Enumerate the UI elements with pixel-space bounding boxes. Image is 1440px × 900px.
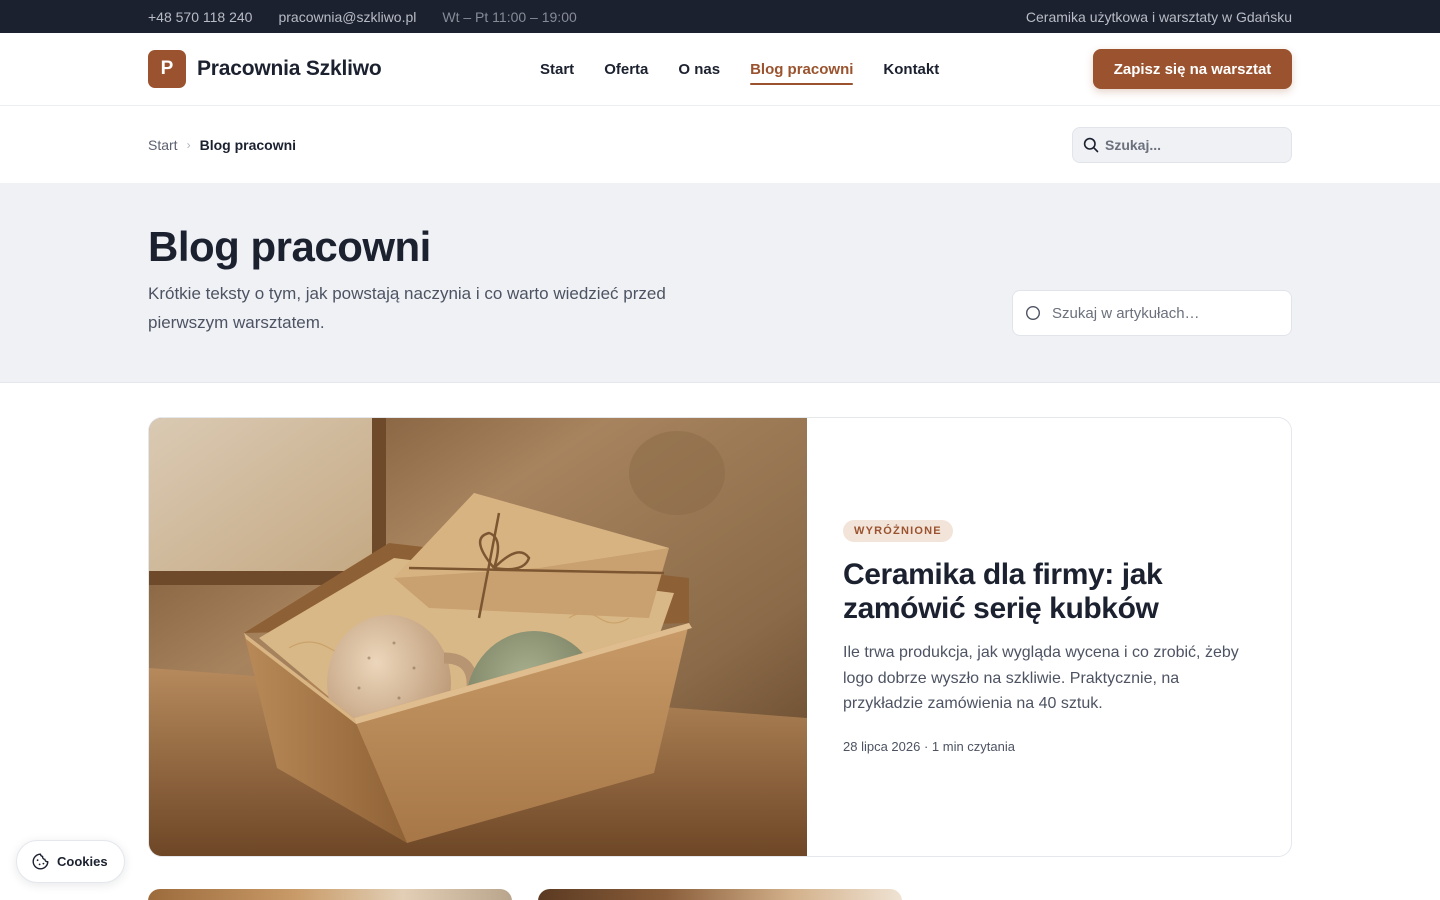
main-nav: Start Oferta O nas Blog pracowni Kontakt [540,33,969,105]
gift-box-mugs-photo-icon [149,418,807,856]
phone-number[interactable]: +48 570 118 240 [148,9,252,25]
featured-article-meta: 28 lipca 2026 · 1 min czytania [843,738,1015,754]
blog-hero: Blog pracowni Krótkie teksty o tym, jak … [0,183,1440,383]
nav-kontakt[interactable]: Kontakt [883,57,939,82]
article-card-peek[interactable] [148,889,512,900]
breadcrumb-separator: › [186,137,191,152]
site-tagline: Ceramika użytkowa i warsztaty w Gdańsku [1025,8,1292,25]
breadcrumb-current: Blog pracowni [199,136,297,153]
nav-o-nas[interactable]: O nas [678,57,720,82]
search-circle-icon [1025,305,1041,321]
email-address[interactable]: pracownia@szkliwo.pl [278,9,416,25]
featured-article-body: WYRÓŻNIONE Ceramika dla firmy: jak zamów… [807,418,1291,856]
article-card-peek[interactable] [538,889,902,900]
cookies-button[interactable]: Cookies [16,840,125,883]
breadcrumb: Start › Blog pracowni [148,137,296,153]
featured-article-excerpt: Ile trwa produkcja, jak wygląda wycena i… [843,644,1239,713]
featured-article-card[interactable]: WYRÓŻNIONE Ceramika dla firmy: jak zamów… [148,417,1292,857]
featured-article-image[interactable] [149,418,807,856]
featured-article-title[interactable]: Ceramika dla firmy: jak zamówić serię ku… [843,558,1251,626]
cookies-label: Cookies [57,854,108,869]
top-info-bar: +48 570 118 240 pracownia@szkliwo.pl Wt … [0,0,1440,33]
nav-start[interactable]: Start [540,57,574,82]
breadcrumb-start[interactable]: Start [148,137,178,153]
page-subtitle: Krótkie teksty o tym, jak powstają naczy… [148,284,666,332]
header-search[interactable] [1072,126,1292,163]
signup-workshop-button[interactable]: Zapisz się na warsztat [1093,49,1292,89]
site-header: P Pracownia Szkliwo Start Oferta O nas B… [0,33,1440,106]
brand-name[interactable]: Pracownia Szkliwo [197,57,382,81]
logo-mark[interactable]: P [148,50,186,88]
search-icon [1083,137,1099,152]
header-search-input[interactable] [1105,136,1275,153]
article-search[interactable] [1012,290,1292,336]
featured-badge: WYRÓŻNIONE [843,520,953,543]
article-search-input[interactable] [1052,304,1272,322]
opening-hours: Wt – Pt 11:00 – 19:00 [442,8,577,25]
cookie-icon [32,853,49,870]
breadcrumb-row: Start › Blog pracowni [0,106,1440,183]
nav-oferta[interactable]: Oferta [604,57,648,82]
nav-blog[interactable]: Blog pracowni [750,57,854,85]
page-title: Blog pracowni [148,223,431,270]
